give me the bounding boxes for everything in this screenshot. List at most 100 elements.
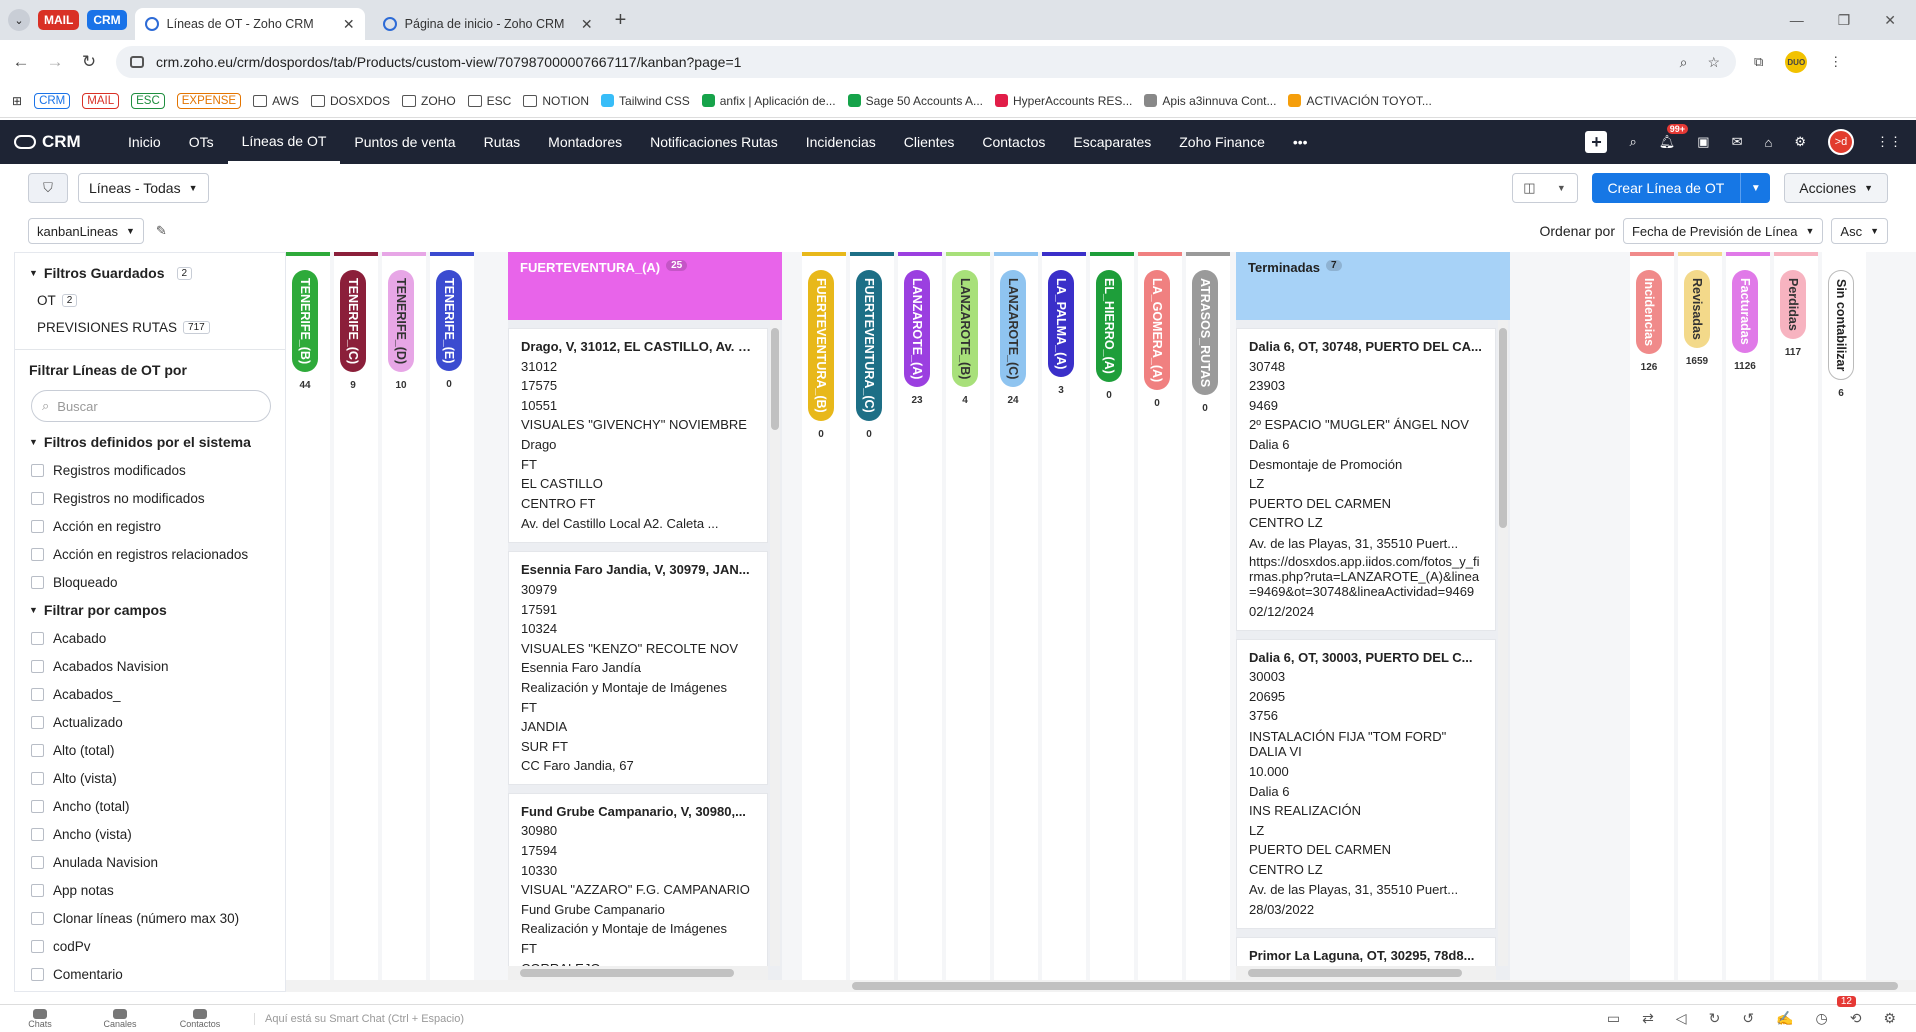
bookmark-mail[interactable]: MAIL [82, 92, 120, 109]
kanban-card[interactable]: Esennia Faro Jandia, V, 30979, JAN... 309… [508, 551, 768, 785]
column-pill-label[interactable]: Incidencias [1636, 270, 1662, 355]
scrollbar-thumb[interactable] [1248, 969, 1462, 977]
column-pill-label[interactable]: LANZAROTE_(C) [1000, 270, 1026, 388]
kanban-card[interactable]: Drago, V, 31012, EL CASTILLO, Av. d... 31… [508, 328, 768, 544]
kanban-card[interactable]: Dalia 6, OT, 30003, PUERTO DEL C... 30003… [1236, 638, 1496, 930]
filter-checkbox-row[interactable]: Acabado [15, 631, 285, 646]
nav-item-ots[interactable]: OTs [175, 120, 228, 164]
checkbox[interactable] [31, 884, 44, 897]
footer-contactos[interactable]: Contactos [160, 1008, 240, 1029]
nav-item-clientes[interactable]: Clientes [890, 120, 969, 164]
column-pill-label[interactable]: Facturadas [1732, 270, 1758, 353]
collapsed-column[interactable]: Perdidas 117 [1774, 252, 1818, 980]
bookmark-esc[interactable]: ESC [131, 92, 165, 109]
checkbox[interactable] [31, 660, 44, 673]
column-pill-label[interactable]: TENERIFE_(D) [388, 270, 414, 373]
announce-icon[interactable]: ◁ [1676, 1010, 1687, 1027]
column-pill-label[interactable]: LANZAROTE_(B) [952, 270, 978, 388]
settings-icon[interactable]: ⚙ [1883, 1010, 1896, 1027]
board-horizontal-scrollbar[interactable] [286, 980, 1916, 992]
kanban-card[interactable]: Fund Grube Campanario, V, 30980,... 30980… [508, 792, 768, 966]
clock-icon[interactable]: ◷ [1815, 1010, 1827, 1027]
checkbox[interactable] [31, 856, 44, 869]
collapsed-column[interactable]: Incidencias 126 [1630, 252, 1674, 980]
nav-item-puntos-de-venta[interactable]: Puntos de venta [340, 120, 469, 164]
more-modules-icon[interactable]: ••• [1279, 120, 1322, 164]
scrollbar-thumb[interactable] [520, 969, 734, 977]
create-ot-line-button[interactable]: Crear Línea de OT [1591, 173, 1741, 203]
filter-checkbox-row[interactable]: Alto (vista) [15, 771, 285, 786]
filter-checkbox-row[interactable]: Registros modificados [15, 463, 285, 478]
bookmark-item[interactable]: Apis a3innuva Cont... [1144, 94, 1276, 108]
calendar-icon[interactable]: ▣ [1697, 134, 1709, 150]
card-vertical-scrollbar[interactable] [770, 320, 780, 966]
kanban-card[interactable]: Primor La Laguna, OT, 30295, 78d8...3029… [1236, 937, 1496, 966]
column-header[interactable]: FUERTEVENTURA_(A) 25 [508, 252, 782, 320]
collapsed-column[interactable]: Sin contabilizar 6 [1822, 252, 1866, 980]
search-icon[interactable]: ⌕ [1629, 134, 1636, 150]
column-pill-label[interactable]: TENERIFE_(E) [436, 270, 462, 372]
bookmark-item[interactable]: ESC [467, 94, 511, 108]
footer-canales[interactable]: Canales [80, 1008, 160, 1029]
card-horizontal-scrollbar[interactable] [1236, 966, 1496, 980]
card-link[interactable]: https://dosxdos.app.iidos.com/fotos_y_fi… [1249, 554, 1483, 599]
bookmark-item[interactable]: ZOHO [402, 94, 456, 108]
back-arrow-icon[interactable]: ← [8, 52, 34, 72]
scrollbar-thumb[interactable] [1499, 328, 1507, 528]
bookmark-item[interactable]: ACTIVACIÓN TOYOT... [1288, 94, 1432, 108]
refresh-icon[interactable]: ↻ [1709, 1010, 1721, 1027]
checkbox[interactable] [31, 688, 44, 701]
crm-logo[interactable]: CRM [14, 132, 114, 152]
column-pill-label[interactable]: FUERTEVENTURA_(C) [856, 270, 882, 421]
history-icon[interactable]: ↺ [1742, 1010, 1754, 1027]
apps-grid-icon[interactable]: ⊞ [12, 94, 22, 108]
card-title[interactable]: Dalia 6, OT, 30748, PUERTO DEL CA... [1249, 337, 1483, 357]
sort-field-select[interactable]: Fecha de Previsión de Línea ▼ [1622, 218, 1824, 244]
collapsed-column[interactable]: TENERIFE_(C) 9 [334, 252, 378, 980]
close-window-icon[interactable]: ✕ [1884, 12, 1896, 29]
scrollbar-thumb[interactable] [852, 982, 1898, 990]
filter-checkbox-row[interactable]: Alto (total) [15, 743, 285, 758]
filter-checkbox-row[interactable]: Acabados_ [15, 687, 285, 702]
column-pill-label[interactable]: Revisadas [1684, 270, 1710, 348]
url-bar[interactable]: crm.zoho.eu/crm/dospordos/tab/Products/c… [116, 46, 1736, 78]
filter-checkbox-row[interactable]: codPv [15, 939, 285, 954]
system-filters-header[interactable]: ▼ Filtros definidos por el sistema [15, 422, 285, 450]
browser-tab-active[interactable]: Líneas de OT - Zoho CRM ✕ [134, 8, 365, 40]
checkbox[interactable] [31, 800, 44, 813]
filter-checkbox-row[interactable]: Comentario [15, 967, 285, 982]
checkbox[interactable] [31, 632, 44, 645]
tv-icon[interactable]: ▭ [1607, 1010, 1620, 1027]
view-toggle[interactable]: ◫ ▼ [1511, 173, 1578, 203]
field-filters-header[interactable]: ▼ Filtrar por campos [15, 590, 285, 618]
tab-group-crm[interactable]: CRM [87, 10, 127, 30]
collapsed-column[interactable]: TENERIFE_(D) 10 [382, 252, 426, 980]
extensions-puzzle-icon[interactable]: ⧉ [1754, 54, 1763, 70]
bookmark-expense[interactable]: EXPENSE [176, 92, 242, 109]
bookmark-item[interactable]: HyperAccounts RES... [995, 94, 1132, 108]
filter-checkbox-row[interactable]: Ancho (vista) [15, 827, 285, 842]
checkbox[interactable] [31, 828, 44, 841]
collapsed-column[interactable]: LA_PALMA_(A) 3 [1042, 252, 1086, 980]
nav-item-incidencias[interactable]: Incidencias [792, 120, 890, 164]
card-title[interactable]: Esennia Faro Jandia, V, 30979, JAN... [521, 560, 755, 580]
collapsed-column[interactable]: LANZAROTE_(C) 24 [994, 252, 1038, 980]
marketplace-icon[interactable]: ⌂ [1764, 135, 1772, 150]
saved-filter-ot[interactable]: OT 2 [15, 293, 285, 308]
bookmark-crm[interactable]: CRM [34, 92, 71, 109]
collapsed-column[interactable]: LANZAROTE_(B) 4 [946, 252, 990, 980]
filter-checkbox-row[interactable]: Acción en registro [15, 519, 285, 534]
nav-item-notificaciones-rutas[interactable]: Notificaciones Rutas [636, 120, 792, 164]
checkbox[interactable] [31, 716, 44, 729]
browser-tab[interactable]: Página de inicio - Zoho CRM ✕ [373, 8, 603, 40]
card-title[interactable]: Dalia 6, OT, 30003, PUERTO DEL C... [1249, 648, 1483, 668]
bookmark-item[interactable]: Sage 50 Accounts A... [847, 94, 983, 108]
signature-icon[interactable]: ✍ [1776, 1010, 1793, 1027]
minimize-icon[interactable]: — [1790, 12, 1804, 29]
checkbox[interactable] [31, 744, 44, 757]
checkbox[interactable] [31, 968, 44, 981]
filter-checkbox-row[interactable]: Registros no modificados [15, 491, 285, 506]
close-tab-icon[interactable]: ✕ [343, 16, 355, 33]
collapsed-column[interactable]: TENERIFE_(B) 44 [286, 252, 330, 980]
filter-checkbox-row[interactable]: Anulada Navision [15, 855, 285, 870]
